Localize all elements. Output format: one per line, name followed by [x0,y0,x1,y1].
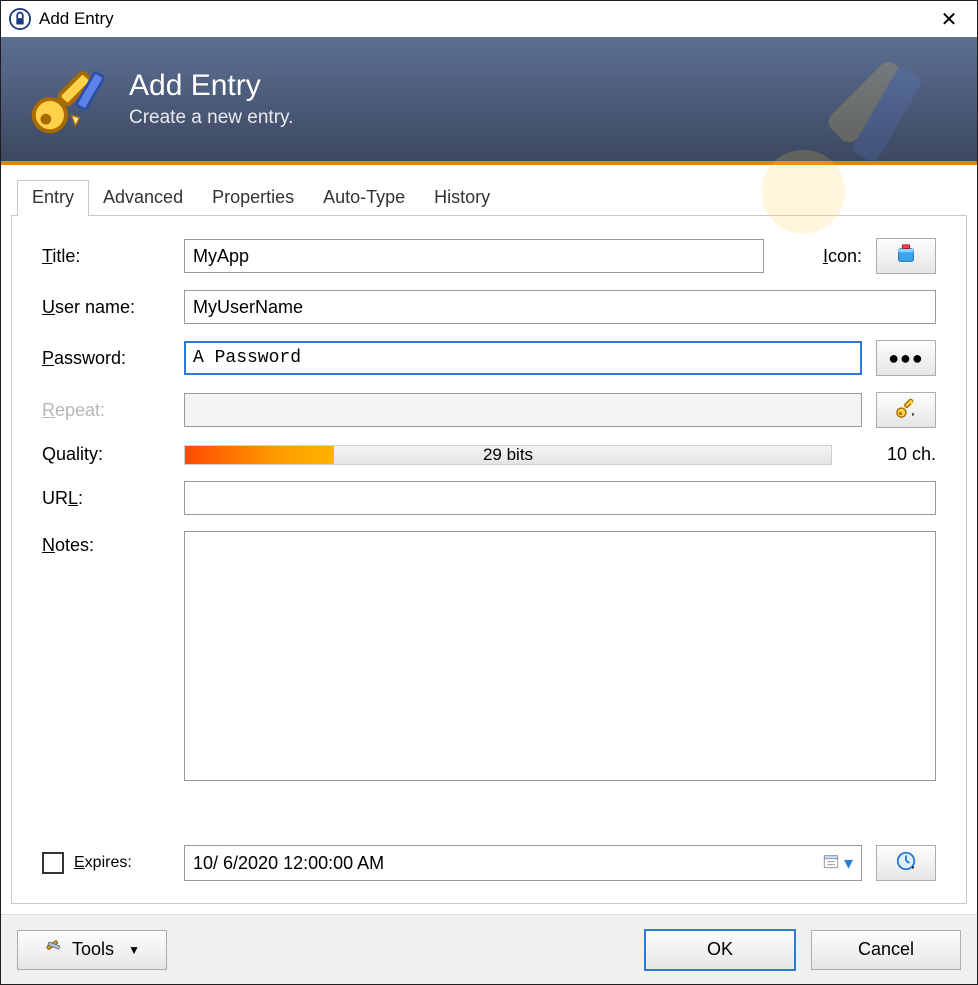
quality-bits: 29 bits [185,446,831,464]
banner-subheading: Create a new entry. [129,107,293,129]
add-entry-window: Add Entry ✕ Add Entry Create a new entry… [0,0,978,985]
chevron-down-icon: ▾ [844,853,853,874]
expires-preset-button[interactable] [876,845,936,881]
quality-bar: 29 bits [184,445,832,465]
tab-history[interactable]: History [419,180,505,216]
username-input[interactable] [184,290,936,324]
tab-panel-entry: Title: Icon: User name: Password: ●●● [11,215,967,904]
tab-entry[interactable]: Entry [17,180,89,216]
tab-autotype[interactable]: Auto-Type [308,180,420,216]
generate-password-button[interactable] [876,392,936,428]
notes-label: Notes: [42,531,170,556]
ok-label: OK [707,939,733,960]
title-label: Title: [42,246,170,267]
cancel-button[interactable]: Cancel [811,930,961,970]
password-label: Password: [42,348,170,369]
tab-properties[interactable]: Properties [197,180,309,216]
dots-icon: ●●● [888,348,924,369]
tools-icon [44,937,64,962]
tab-advanced[interactable]: Advanced [88,180,198,216]
url-label: URL: [42,488,170,509]
key-sparkle-icon [895,397,917,424]
expires-datetime-input[interactable]: 10/ 6/2020 12:00:00 AM ▾ [184,845,862,881]
ok-button[interactable]: OK [645,930,795,970]
close-button[interactable]: ✕ [927,4,971,34]
tools-label: Tools [72,939,114,960]
titlebar: Add Entry ✕ [1,1,977,37]
banner-ghost-icon [733,45,957,282]
cancel-label: Cancel [858,939,914,960]
notes-input[interactable] [184,531,936,781]
password-input[interactable] [184,341,862,375]
banner-heading: Add Entry [129,69,293,103]
window-title: Add Entry [39,9,114,29]
banner: Add Entry Create a new entry. [1,37,977,165]
username-label: User name: [42,297,170,318]
tools-button[interactable]: Tools ▼ [17,930,167,970]
expires-value: 10/ 6/2020 12:00:00 AM [193,853,384,874]
chevron-down-icon: ▼ [128,943,140,957]
quality-chars: 10 ch. [846,444,936,465]
title-input[interactable] [184,239,764,273]
expires-checkbox[interactable] [42,852,64,874]
quality-label: Quality: [42,444,170,465]
close-icon: ✕ [941,7,958,32]
dialog-footer: Tools ▼ OK Cancel [1,914,977,984]
calendar-icon [822,852,840,875]
key-pencil-icon [23,56,109,142]
expires-label: Expires: [74,854,132,872]
url-input[interactable] [184,481,936,515]
clock-icon [895,850,917,877]
repeat-input[interactable] [184,393,862,427]
toggle-password-button[interactable]: ●●● [876,340,936,376]
repeat-label: Repeat: [42,400,170,421]
lock-icon [9,8,31,30]
